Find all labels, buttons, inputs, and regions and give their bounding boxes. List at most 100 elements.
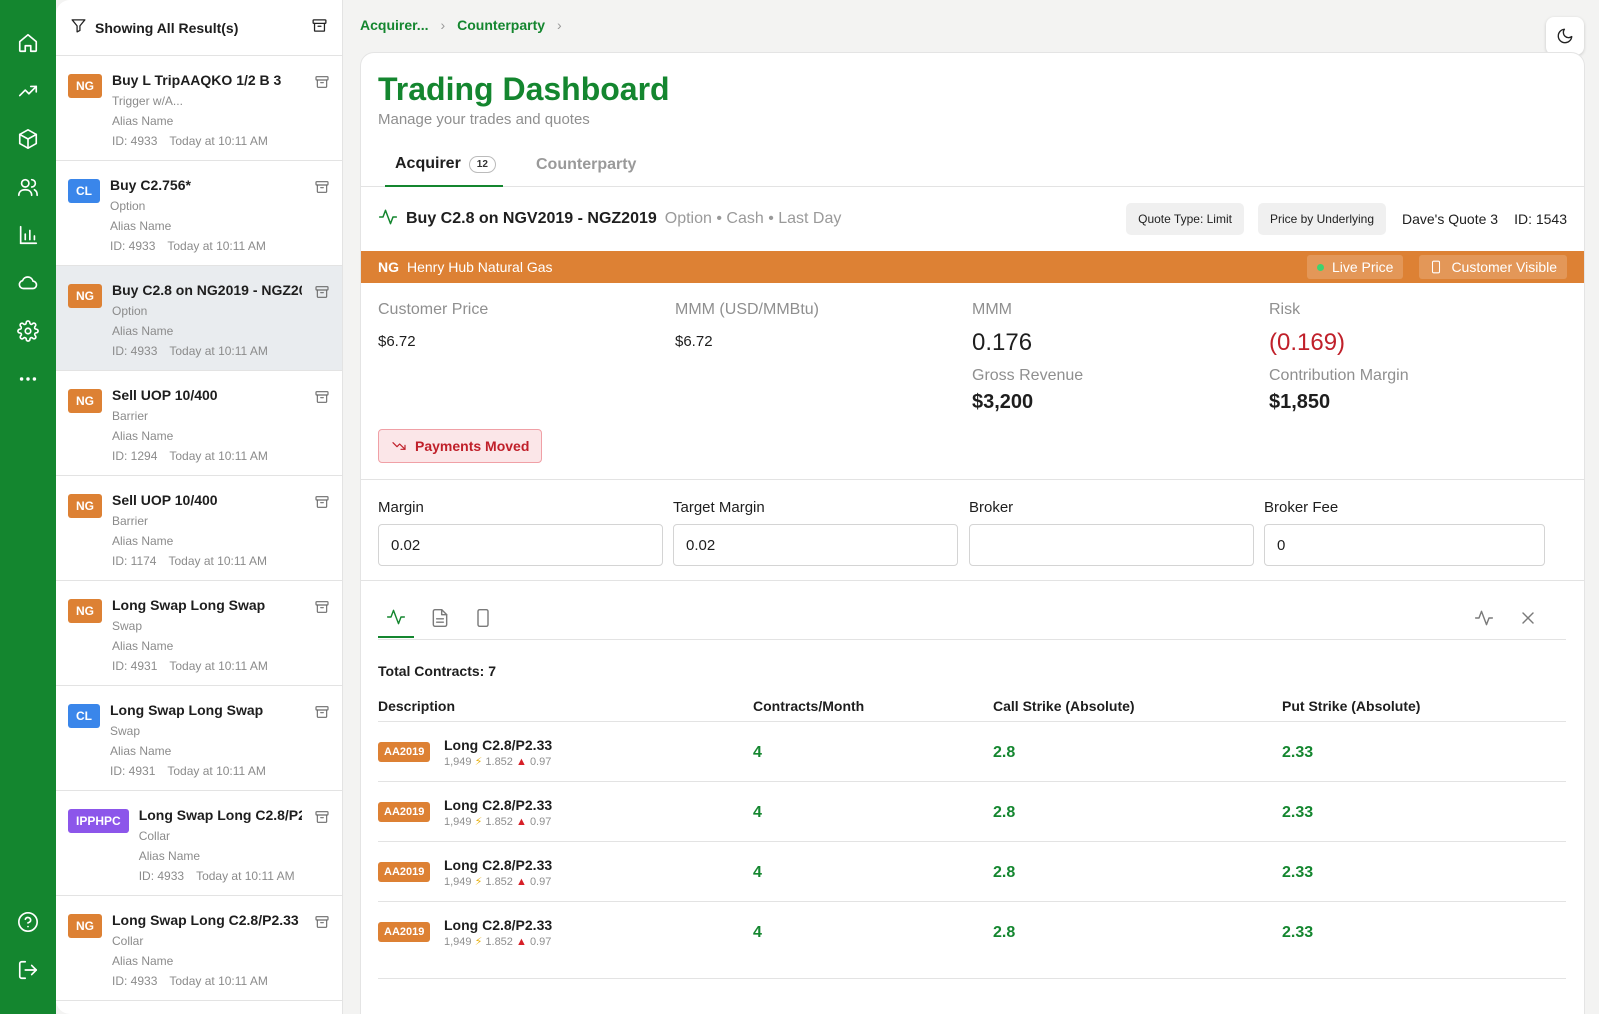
target-margin-input[interactable]: 0.02 xyxy=(673,524,958,566)
alert-label: Payments Moved xyxy=(415,438,530,454)
dashboard-card: Trading Dashboard Manage your trades and… xyxy=(360,52,1585,1014)
list-item[interactable]: CL Long Swap Long Swap Swap Alias Name ID: 4… xyxy=(56,686,342,791)
list-item[interactable]: NG Long Swap Long Swap Swap Alias Name ID: 4… xyxy=(56,581,342,686)
more-icon[interactable] xyxy=(12,363,44,395)
margin-input[interactable]: 0.02 xyxy=(378,524,663,566)
list-item-time: Today at 10:11 AM xyxy=(169,344,268,358)
gear-icon[interactable] xyxy=(12,315,44,347)
archive-icon[interactable] xyxy=(314,389,330,410)
tab-document[interactable] xyxy=(422,598,458,638)
list-item-title: Buy C2.8 on NG2019 - NGZ2019 xyxy=(112,282,302,298)
list-item[interactable]: NG Buy L TripAAQKO 1/2 B 3 Trigger w/A... A… xyxy=(56,56,342,161)
dark-mode-toggle[interactable] xyxy=(1546,17,1584,55)
list-item-type: Barrier xyxy=(112,409,149,423)
payments-moved-alert[interactable]: Payments Moved xyxy=(378,429,543,463)
total-contracts: Total Contracts: 7 xyxy=(378,663,496,679)
quote-id: ID: 1543 xyxy=(1514,211,1567,227)
table-row[interactable]: AA2019 Long C2.8/P2.33 1,949 ⚡ 1.852 ▲ 0.9… xyxy=(378,841,1566,901)
tab-counterparty[interactable]: Counterparty xyxy=(536,143,636,187)
live-price-toggle[interactable]: Live Price xyxy=(1306,255,1404,279)
tab-activity[interactable] xyxy=(378,598,414,638)
users-icon[interactable] xyxy=(12,171,44,203)
quote-type-chip[interactable]: Quote Type: Limit xyxy=(1126,203,1244,235)
col-description: Description xyxy=(378,698,456,714)
put-strike: 2.33 xyxy=(1282,924,1314,941)
archive-icon[interactable] xyxy=(314,179,330,200)
box-icon[interactable] xyxy=(12,123,44,155)
bar-chart-icon[interactable] xyxy=(12,219,44,251)
broker-input[interactable] xyxy=(969,524,1254,566)
archive-icon[interactable] xyxy=(314,284,330,305)
list-item-meta: ID: 4933 Today at 10:11 AM xyxy=(110,239,266,253)
archive-icon[interactable] xyxy=(314,599,330,620)
logout-icon[interactable] xyxy=(12,954,44,986)
list-item-time: Today at 10:11 AM xyxy=(196,869,295,883)
list-item-id: ID: 4933 xyxy=(138,869,185,883)
stat-value: 1,949 xyxy=(444,756,472,768)
target-margin-label: Target Margin xyxy=(673,499,765,516)
chart-view-button[interactable] xyxy=(1466,598,1502,638)
help-icon[interactable] xyxy=(12,906,44,938)
list-item-time: Today at 10:11 AM xyxy=(167,764,266,778)
metric-label: Customer Price xyxy=(378,301,489,318)
archive-icon[interactable] xyxy=(314,809,330,830)
list-item[interactable]: NG Sell UOP 10/400 Barrier Alias Name ID: 11… xyxy=(56,476,342,581)
bolt-icon: ⚡ xyxy=(474,756,483,768)
close-icon xyxy=(1522,612,1534,624)
archive-icon[interactable] xyxy=(314,74,330,95)
list-item-title: Sell UOP 10/400 xyxy=(112,492,218,508)
divider xyxy=(361,479,1584,480)
table-row[interactable]: AA2019 Long C2.8/P2.33 1,949 ⚡ 1.852 ▲ 0.9… xyxy=(378,781,1566,841)
call-strike: 2.8 xyxy=(993,744,1016,761)
activity-icon xyxy=(378,207,398,232)
trending-down-icon xyxy=(392,442,406,450)
list-item[interactable]: IPPHPC Long Swap Long C2.8/P2.33 Collar Ali… xyxy=(56,791,342,896)
list-item-type: Collar xyxy=(112,934,144,948)
breadcrumb-acquirer[interactable]: Acquirer... xyxy=(360,17,428,33)
price-by-chip[interactable]: Price by Underlying xyxy=(1257,203,1386,235)
stat-value: 1.852 xyxy=(485,756,513,768)
list-item-title: Buy L TripAAQKO 1/2 B 3 xyxy=(112,72,282,88)
list-item[interactable]: NG Long Swap Long C2.8/P2.33 Collar Alias N… xyxy=(56,896,342,1001)
result-list: NG Buy L TripAAQKO 1/2 B 3 Trigger w/A... A… xyxy=(56,56,342,1001)
list-item[interactable]: NG Buy C2.8 on NG2019 - NGZ2019 Option Alia… xyxy=(56,266,342,371)
list-item[interactable]: CL Buy C2.756* Option Alias Name ID: 4933 Tod… xyxy=(56,161,342,266)
archive-icon[interactable] xyxy=(314,914,330,935)
list-item-body: Buy C2.756* Option Alias Name ID: 4933 Today… xyxy=(110,175,266,265)
list-item-title: Long Swap Long Swap xyxy=(110,702,264,718)
breadcrumb-counterparty[interactable]: Counterparty xyxy=(457,17,545,33)
list-item-time: Today at 10:11 AM xyxy=(167,239,266,253)
close-button[interactable] xyxy=(1510,598,1546,638)
trending-icon[interactable] xyxy=(12,75,44,107)
commodity-badge: NG xyxy=(68,74,102,98)
filter-icon[interactable] xyxy=(70,17,87,39)
archive-icon[interactable] xyxy=(311,17,328,39)
table-row[interactable]: AA2019 Long C2.8/P2.33 1,949 ⚡ 1.852 ▲ 0.9… xyxy=(378,901,1566,961)
commodity-badge: NG xyxy=(68,599,102,623)
list-item-time: Today at 10:11 AM xyxy=(169,659,268,673)
instrument-code: NG xyxy=(378,259,399,275)
list-item-meta: ID: 1294 Today at 10:11 AM xyxy=(112,449,268,463)
cloud-icon[interactable] xyxy=(12,267,44,299)
list-item[interactable]: NG Sell UOP 10/400 Barrier Alias Name ID: 12… xyxy=(56,371,342,476)
home-icon[interactable] xyxy=(12,27,44,59)
live-price-label: Live Price xyxy=(1331,259,1394,275)
list-item-alias: Alias Name xyxy=(138,849,201,863)
metric-risk: Risk (0.169) Contribution Margin $1,850 xyxy=(1269,301,1559,414)
archive-icon[interactable] xyxy=(314,494,330,515)
archive-icon[interactable] xyxy=(314,704,330,725)
stat-value: 1.852 xyxy=(485,816,513,828)
customer-visible-toggle[interactable]: Customer Visible xyxy=(1419,255,1567,279)
list-item-body: Sell UOP 10/400 Barrier Alias Name ID: 1294… xyxy=(112,385,268,475)
tab-acquirer[interactable]: Acquirer 12 xyxy=(385,143,503,187)
page-title: Trading Dashboard xyxy=(378,71,670,107)
table-row[interactable]: AA2019 Long C2.8/P2.33 1,949 ⚡ 1.852 ▲ 0.9… xyxy=(378,721,1566,781)
metric-value: $1,850 xyxy=(1269,391,1331,413)
divider xyxy=(378,978,1566,979)
broker-fee-input[interactable]: 0 xyxy=(1264,524,1545,566)
target-margin-field-group: Target Margin 0.02 xyxy=(673,499,958,566)
tab-device[interactable] xyxy=(465,598,501,638)
bolt-icon: ⚡ xyxy=(474,936,483,948)
broker-fee-label: Broker Fee xyxy=(1264,499,1339,516)
list-item-meta: ID: 4933 Today at 10:11 AM xyxy=(139,869,302,883)
